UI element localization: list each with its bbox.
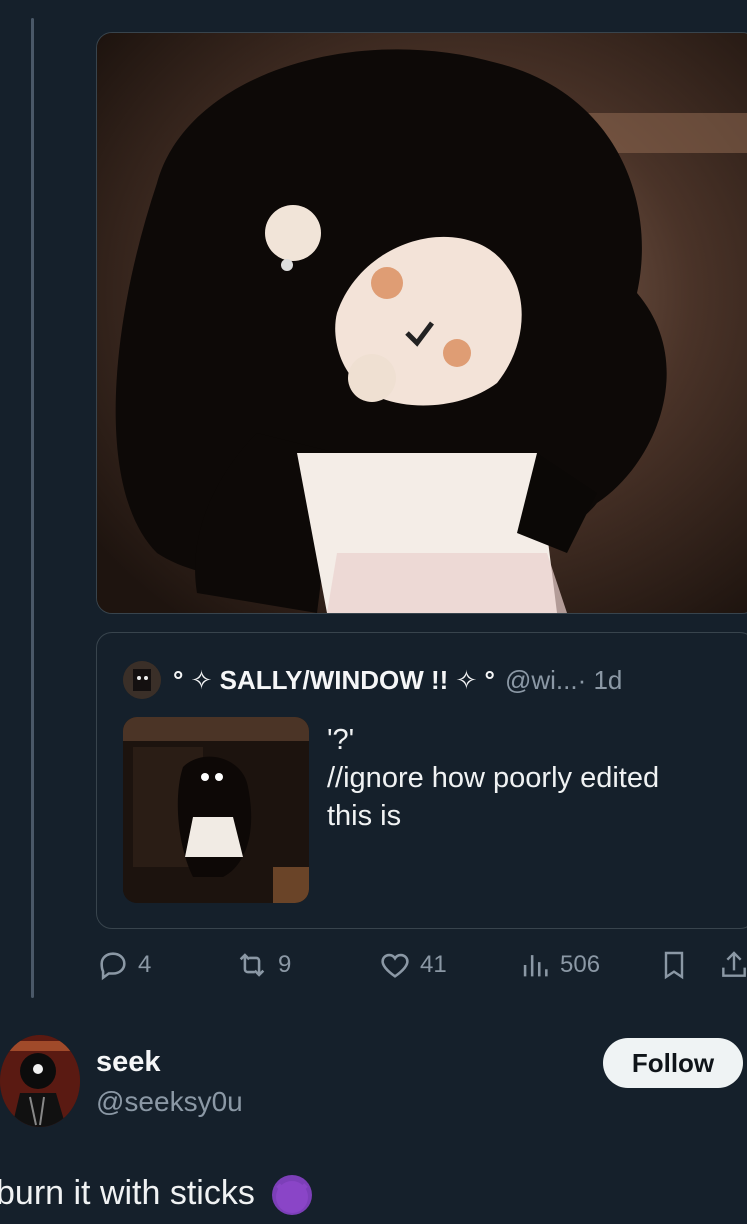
user-handle[interactable]: @seeksy0u xyxy=(96,1086,243,1118)
quoted-text-line: //ignore how poorly edited xyxy=(327,762,660,794)
user-header: seek @seeksy0u Follow xyxy=(0,1032,747,1132)
quoted-tweet-card[interactable]: ° ✧ SALLY/WINDOW !! ✧ ° @wi... · 1d '?' … xyxy=(96,632,747,929)
quoted-handle[interactable]: @wi... xyxy=(505,665,578,696)
repost-icon xyxy=(239,953,265,977)
reply-icon xyxy=(100,952,126,981)
repost-button[interactable]: 9 xyxy=(234,945,291,985)
repost-count: 9 xyxy=(278,951,292,978)
like-button[interactable]: 41 xyxy=(378,945,447,985)
quoted-display-name[interactable]: ° ✧ SALLY/WINDOW !! ✧ ° xyxy=(173,665,495,696)
view-count: 506 xyxy=(560,951,601,978)
tweet-text-content: burn it with sticks xyxy=(0,1174,255,1212)
thread-connector-line xyxy=(31,18,34,998)
follow-button[interactable]: Follow xyxy=(603,1038,743,1088)
analytics-icon xyxy=(523,955,548,977)
views-button[interactable]: 506 xyxy=(518,945,600,985)
tweet-actions: 4 9 41 506 xyxy=(96,945,747,985)
bookmark-icon xyxy=(664,951,684,980)
quoted-text-line: '?' xyxy=(327,724,355,756)
reply-count: 4 xyxy=(138,951,152,978)
smiling-devil-emoji-icon xyxy=(272,1175,313,1216)
quoted-avatar[interactable] xyxy=(123,661,161,699)
heart-icon xyxy=(381,953,409,978)
artwork-image xyxy=(97,33,747,613)
like-count: 41 xyxy=(420,951,447,978)
quoted-image[interactable] xyxy=(123,717,309,903)
share-icon xyxy=(722,951,746,977)
quoted-header: ° ✧ SALLY/WINDOW !! ✧ ° @wi... · 1d xyxy=(173,661,622,699)
reply-button[interactable]: 4 xyxy=(96,945,151,985)
avatar[interactable] xyxy=(0,1035,80,1127)
bookmark-button[interactable] xyxy=(658,945,698,985)
quoted-timestamp[interactable]: · 1d xyxy=(578,665,623,696)
display-name[interactable]: seek xyxy=(96,1046,161,1079)
quoted-text: '?' //ignore how poorly edited this is xyxy=(327,721,747,835)
tweet-image[interactable] xyxy=(96,32,747,614)
tweet-text: burn it with sticks xyxy=(0,1174,313,1216)
share-button[interactable] xyxy=(718,945,747,985)
quoted-text-line: this is xyxy=(327,800,402,832)
